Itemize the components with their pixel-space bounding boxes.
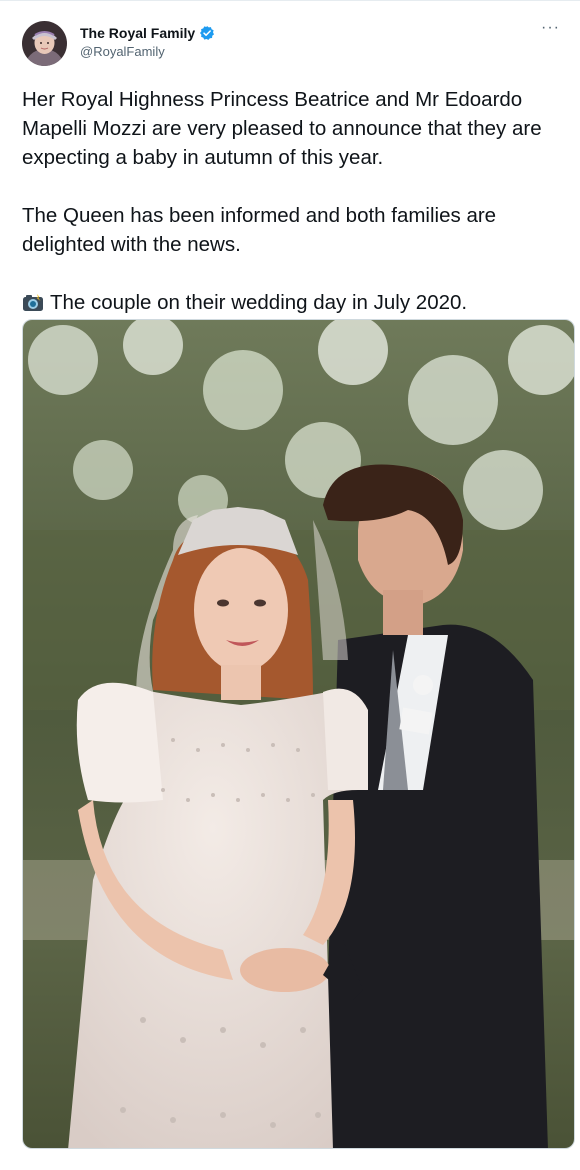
tweet-header: The Royal Family @RoyalFamily ··· bbox=[22, 19, 566, 69]
author-handle[interactable]: @RoyalFamily bbox=[80, 44, 215, 59]
tweet-text: Her Royal Highness Princess Beatrice and… bbox=[22, 85, 570, 321]
tweet-caption: The couple on their wedding day in July … bbox=[22, 288, 570, 321]
verified-badge-icon bbox=[199, 25, 215, 41]
ellipsis-icon[interactable]: ··· bbox=[541, 19, 560, 37]
tweet-photo[interactable] bbox=[22, 319, 575, 1149]
tweet-card[interactable]: The Royal Family @RoyalFamily ··· Her Ro… bbox=[0, 0, 580, 1170]
tweet-paragraph-1: Her Royal Highness Princess Beatrice and… bbox=[22, 88, 542, 169]
author-display-name[interactable]: The Royal Family bbox=[80, 25, 195, 41]
queen-portrait-avatar-icon bbox=[22, 21, 67, 66]
wedding-photo-image bbox=[23, 320, 574, 1148]
author-names: The Royal Family @RoyalFamily bbox=[80, 25, 215, 59]
tweet-paragraph-2: The Queen has been informed and both fam… bbox=[22, 204, 497, 256]
caption-text: The couple on their wedding day in July … bbox=[50, 291, 468, 314]
camera-flash-emoji-icon bbox=[22, 292, 44, 321]
avatar[interactable] bbox=[22, 21, 67, 66]
